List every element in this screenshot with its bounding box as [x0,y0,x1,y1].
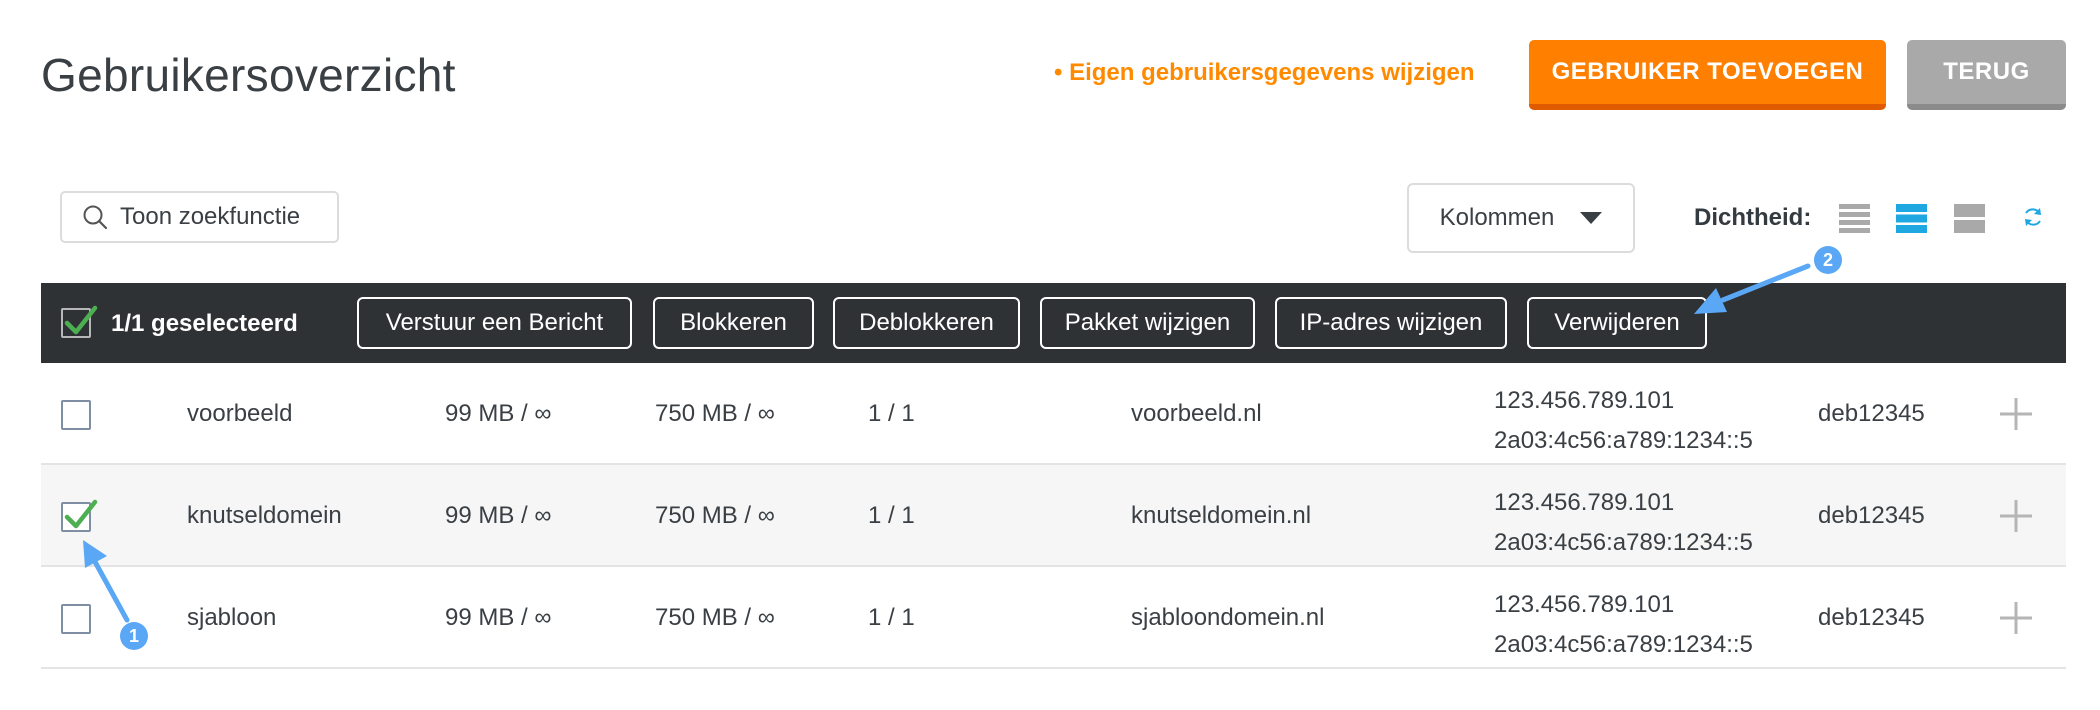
username-cell: voorbeeld [187,400,293,427]
table-row[interactable]: sjabloon 99 MB / ∞ 750 MB / ∞ 1 / 1 sjab… [41,567,2066,669]
block-button[interactable]: Blokkeren [653,297,814,349]
unblock-button[interactable]: Deblokkeren [833,297,1020,349]
expand-plus-icon[interactable] [1999,397,2033,431]
delete-button[interactable]: Verwijderen [1527,297,1707,349]
selection-count: 1/1 geselecteerd [111,310,298,337]
ipv4-address: 123.456.789.101 [1494,387,1675,414]
ipv4-address: 123.456.789.101 [1494,591,1675,618]
disk-usage-cell: 99 MB / ∞ [445,604,552,631]
annotation-badge-2: 2 [1814,246,1842,274]
row-checkbox[interactable] [61,604,91,634]
ip-address-cell: 123.456.789.101 2a03:4c56:a789:1234::5 [1494,483,1753,563]
page-title: Gebruikersoverzicht [41,49,456,101]
refresh-icon[interactable] [2021,205,2045,229]
checkmark-icon [64,305,98,335]
expand-plus-icon[interactable] [1999,499,2033,533]
domain-cell: voorbeeld.nl [1131,400,1262,427]
add-user-button[interactable]: GEBRUIKER TOEVOEGEN [1529,40,1886,110]
package-cell: deb12345 [1818,604,1925,631]
traffic-cell: 750 MB / ∞ [655,604,775,631]
domain-count-cell: 1 / 1 [868,400,915,427]
package-cell: deb12345 [1818,502,1925,529]
search-toggle-button[interactable]: Toon zoekfunctie [60,191,339,243]
ipv4-address: 123.456.789.101 [1494,489,1675,516]
row-checkbox[interactable] [61,499,98,532]
back-button[interactable]: TERUG [1907,40,2066,110]
domain-cell: sjabloondomein.nl [1131,604,1325,631]
checkmark-icon [64,499,98,529]
edit-own-user-link[interactable]: • Eigen gebruikersgegevens wijzigen [1054,59,1475,87]
row-checkbox[interactable] [61,400,91,430]
traffic-cell: 750 MB / ∞ [655,400,775,427]
table-row[interactable]: knutseldomein 99 MB / ∞ 750 MB / ∞ 1 / 1… [41,465,2066,567]
search-icon [83,205,108,230]
columns-dropdown-label: Kolommen [1439,204,1555,231]
ipv6-address: 2a03:4c56:a789:1234::5 [1494,631,1753,658]
ipv6-address: 2a03:4c56:a789:1234::5 [1494,427,1753,454]
change-ip-button[interactable]: IP-adres wijzigen [1275,297,1507,349]
expand-plus-icon[interactable] [1999,601,2033,635]
density-wide-icon[interactable] [1954,203,1985,234]
ipv6-address: 2a03:4c56:a789:1234::5 [1494,529,1753,556]
traffic-cell: 750 MB / ∞ [655,502,775,529]
disk-usage-cell: 99 MB / ∞ [445,502,552,529]
select-all-checkbox[interactable] [61,305,98,338]
send-message-button[interactable]: Verstuur een Bericht [357,297,632,349]
density-normal-icon[interactable] [1896,203,1927,234]
domain-count-cell: 1 / 1 [868,604,915,631]
bulk-action-bar: 1/1 geselecteerd Verstuur een Bericht Bl… [41,283,2066,363]
disk-usage-cell: 99 MB / ∞ [445,400,552,427]
density-label: Dichtheid: [1694,204,1812,231]
username-cell: sjabloon [187,604,277,631]
annotation-badge-1: 1 [120,622,148,650]
domain-count-cell: 1 / 1 [868,502,915,529]
ip-address-cell: 123.456.789.101 2a03:4c56:a789:1234::5 [1494,585,1753,665]
change-package-button[interactable]: Pakket wijzigen [1040,297,1255,349]
density-compact-icon[interactable] [1839,203,1870,234]
ip-address-cell: 123.456.789.101 2a03:4c56:a789:1234::5 [1494,381,1753,461]
domain-cell: knutseldomein.nl [1131,502,1312,529]
search-toggle-label: Toon zoekfunctie [120,203,301,230]
username-cell: knutseldomein [187,502,342,529]
columns-dropdown[interactable]: Kolommen [1407,183,1635,253]
package-cell: deb12345 [1818,400,1925,427]
table-row[interactable]: voorbeeld 99 MB / ∞ 750 MB / ∞ 1 / 1 voo… [41,363,2066,465]
caret-down-icon [1580,212,1603,224]
